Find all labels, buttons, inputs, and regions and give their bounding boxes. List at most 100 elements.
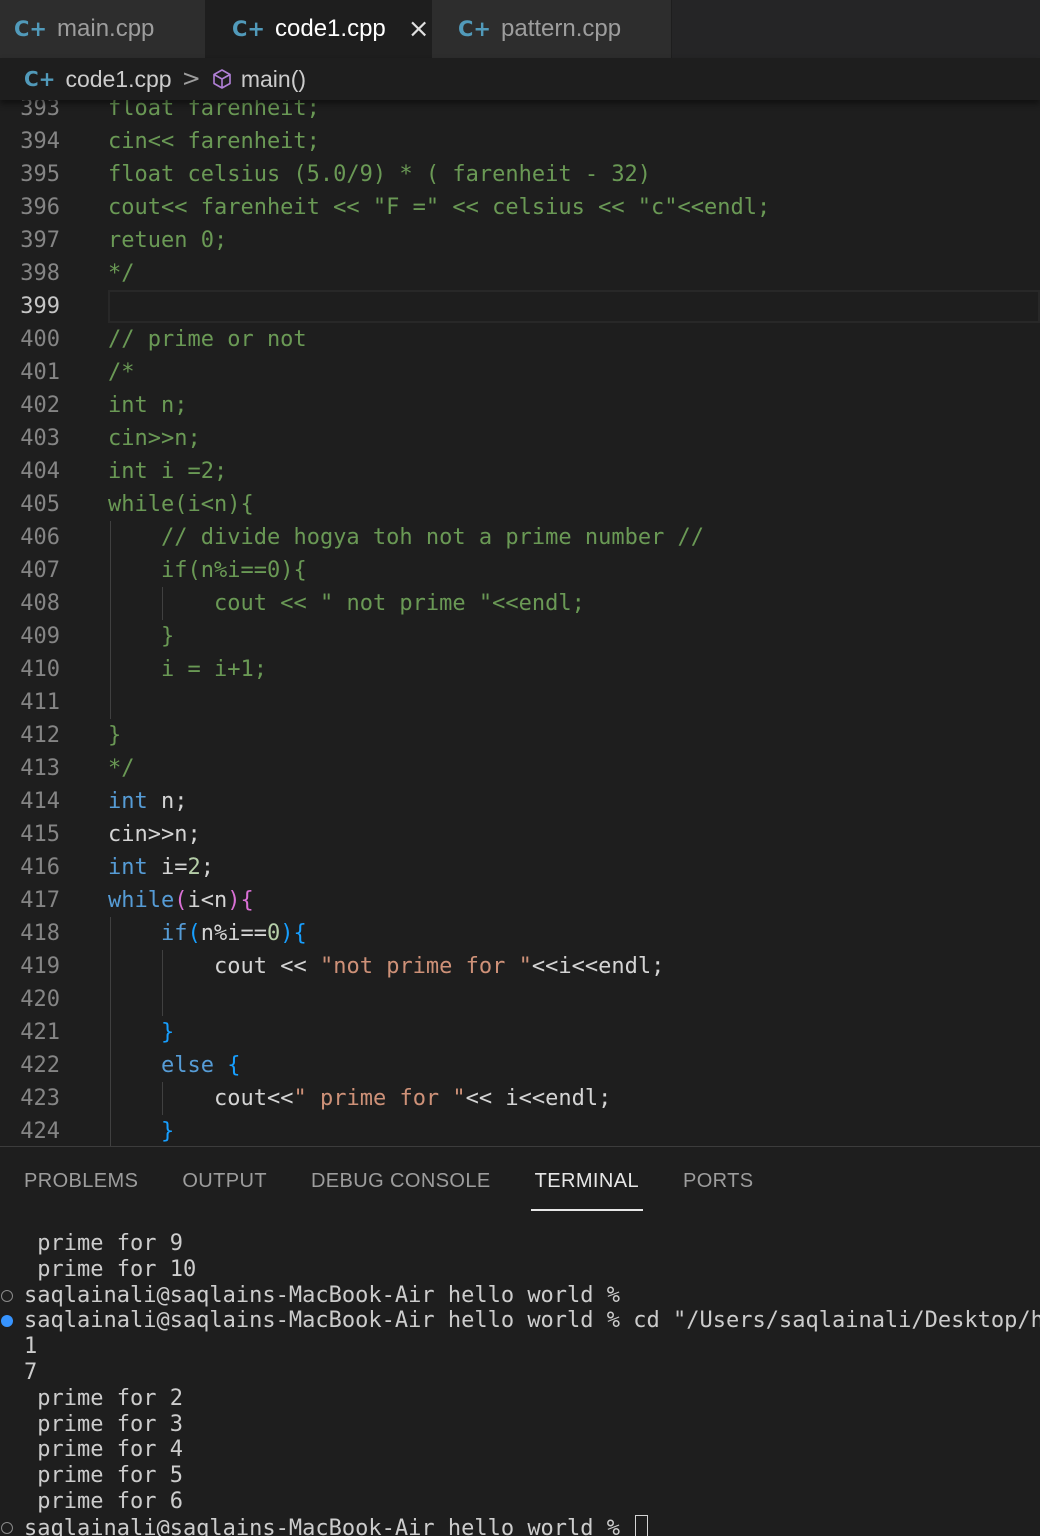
code-text: while(i<n){ [108, 492, 254, 517]
indent-guide [162, 983, 163, 1016]
line-number: 423 [20, 1086, 60, 1111]
line-number: 399 [20, 294, 60, 319]
line-number: 409 [20, 624, 60, 649]
breadcrumb-file[interactable]: code1.cpp [65, 66, 171, 93]
code-line: 406 // divide hogya toh not a prime numbe… [0, 521, 1040, 554]
tab-code1-cpp[interactable]: C+ code1.cpp × [206, 0, 432, 58]
terminal-text: prime for 5 [24, 1463, 183, 1489]
terminal-line: 7 [0, 1360, 1040, 1386]
code-line: 402 int n; [0, 389, 1040, 422]
code-text: // divide hogya toh not a prime number /… [161, 525, 705, 550]
indent-guide [110, 653, 111, 686]
code-token: i= [147, 855, 188, 880]
tab-debug-console[interactable]: DEBUG CONSOLE [311, 1147, 491, 1209]
cpp-file-icon: C+ [14, 17, 48, 41]
indent-guide [110, 587, 111, 620]
terminal-text: prime for 9 [24, 1231, 183, 1256]
line-number: 418 [20, 921, 60, 946]
code-text: cout<< farenheit << "F =" << celsius << … [108, 195, 771, 220]
line-number: 421 [20, 1020, 60, 1045]
close-icon[interactable]: × [408, 14, 430, 44]
code-text: else { [161, 1049, 240, 1082]
indent-guide [110, 1082, 111, 1115]
breadcrumb-symbol[interactable]: main() [241, 66, 306, 93]
code-line: 403 cin>>n; [0, 422, 1040, 455]
tab-problems[interactable]: PROBLEMS [24, 1147, 138, 1209]
bracket: { [240, 888, 254, 913]
terminal-line: 1 [0, 1334, 1040, 1360]
indent-guide [110, 554, 111, 587]
tab-ports[interactable]: PORTS [683, 1147, 754, 1209]
code-text: int n; [108, 785, 188, 818]
terminal-output[interactable]: prime for 9 prime for 10 saqlainali@saql… [0, 1231, 1040, 1536]
code-text: int n; [108, 393, 188, 418]
number-literal: 0 [266, 921, 281, 946]
indent-guide [110, 983, 111, 1016]
terminal-line: prime for 10 [0, 1257, 1040, 1283]
code-token: << i<<endl; [465, 1086, 612, 1111]
terminal-text: prime for 10 [24, 1256, 197, 1282]
terminal-text: 1 [24, 1334, 38, 1360]
code-line: 413 */ [0, 752, 1040, 785]
line-number: 413 [20, 756, 60, 781]
bracket: } [161, 1020, 175, 1045]
command-status-icon[interactable] [1, 1315, 13, 1328]
terminal-line: prime for 9 [0, 1231, 1040, 1257]
line-number: 401 [20, 360, 60, 385]
line-number: 393 [20, 100, 60, 121]
terminal-text: prime for 4 [24, 1437, 183, 1463]
editor-tab-bar: C+ main.cpp C+ code1.cpp × C+ pattern.cp… [0, 0, 1040, 58]
tab-label: pattern.cpp [501, 15, 622, 42]
keyword: while [108, 888, 175, 913]
code-text: while(i<n){ [108, 884, 254, 917]
code-token: cout<< [214, 1086, 294, 1111]
code-line: 423 cout<<" prime for "<< i<<endl; [0, 1082, 1040, 1115]
command-status-icon[interactable] [1, 1521, 13, 1534]
line-number: 396 [20, 195, 60, 220]
code-text: } [161, 624, 175, 649]
terminal-line: saqlainali@saqlains-MacBook-Air hello wo… [0, 1514, 1040, 1536]
line-number: 417 [20, 888, 60, 913]
line-number: 405 [20, 492, 60, 517]
line-number: 402 [20, 393, 60, 418]
tab-terminal[interactable]: TERMINAL [530, 1147, 644, 1211]
code-token: ; [200, 855, 214, 880]
line-number: 414 [20, 789, 60, 814]
code-line: 415 cin>>n; [0, 818, 1040, 851]
code-text: // prime or not [108, 327, 307, 352]
indent-guide [110, 686, 111, 719]
code-text: /* [108, 360, 135, 385]
line-number: 420 [20, 987, 60, 1012]
code-line: 395 float celsius (5.0/9) * ( farenheit -… [0, 158, 1040, 191]
code-line: 418 if(n%i==0){ [0, 917, 1040, 950]
terminal-line: prime for 2 [0, 1386, 1040, 1412]
chevron-right-icon: > [181, 66, 201, 92]
line-number: 406 [20, 525, 60, 550]
tab-pattern-cpp[interactable]: C+ pattern.cpp [432, 0, 672, 58]
terminal-line: saqlainali@saqlains-MacBook-Air hello wo… [0, 1308, 1040, 1334]
bracket: ( [174, 888, 188, 913]
code-text: cin>>n; [108, 426, 201, 451]
terminal-text: prime for 3 [24, 1411, 183, 1437]
line-number: 403 [20, 426, 60, 451]
code-line: 405 while(i<n){ [0, 488, 1040, 521]
terminal-prompt: saqlainali@saqlains-MacBook-Air hello wo… [24, 1515, 634, 1536]
command-status-icon[interactable] [1, 1289, 13, 1302]
code-token: n; [147, 789, 188, 814]
tab-output[interactable]: OUTPUT [182, 1147, 267, 1209]
code-line: 417 while(i<n){ [0, 884, 1040, 917]
line-number: 416 [20, 855, 60, 880]
code-editor[interactable]: 393 float farenheit; 394 cin<< farenheit; … [0, 100, 1040, 1146]
bracket: ) [280, 921, 294, 946]
code-line: 414 int n; [0, 785, 1040, 818]
tab-label: code1.cpp [275, 15, 386, 42]
terminal-text: prime for 6 [24, 1488, 183, 1514]
code-line: 422 else { [0, 1049, 1040, 1082]
string-literal: "not prime for " [319, 954, 532, 979]
tab-main-cpp[interactable]: C+ main.cpp [0, 0, 206, 58]
line-number: 398 [20, 261, 60, 286]
terminal-line: prime for 3 [0, 1412, 1040, 1438]
code-line: 397 retuen 0; [0, 224, 1040, 257]
code-text: cout << " not prime "<<endl; [214, 591, 585, 616]
code-text: int i =2; [108, 459, 228, 484]
